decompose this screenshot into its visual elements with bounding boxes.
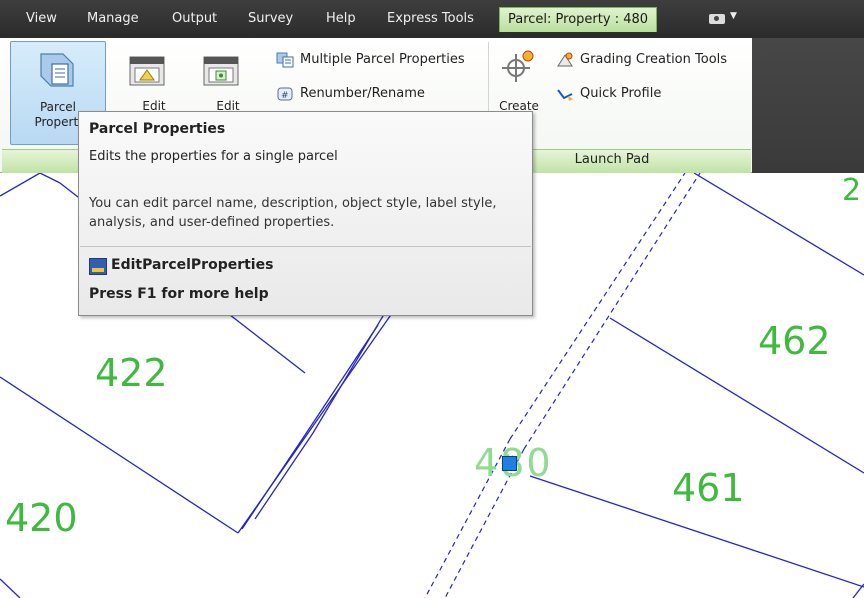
grading-creation-tools-label: Grading Creation Tools xyxy=(580,52,728,67)
parcel-label-fragment: 2 xyxy=(842,173,862,208)
quick-profile-label: Quick Profile xyxy=(580,86,662,101)
launch-pad-title: Launch Pad xyxy=(574,152,650,167)
quick-profile-icon xyxy=(557,89,573,101)
ribbon-tab-bar: View Manage Output Survey Help Express T… xyxy=(0,0,864,38)
tooltip-divider xyxy=(80,246,531,247)
ribbon-empty-area xyxy=(752,38,864,173)
tab-parcel-property-context[interactable]: Parcel: Property : 480 xyxy=(499,7,658,32)
tab-view[interactable]: View xyxy=(26,9,57,29)
tooltip: Parcel Properties Edits the properties f… xyxy=(78,111,533,316)
ribbon-display-dropdown[interactable]: ▼ xyxy=(705,11,745,27)
parcel-label-462: 462 xyxy=(758,319,831,363)
tooltip-help: Press F1 for more help xyxy=(89,286,269,302)
chevron-down-icon: ▼ xyxy=(730,11,737,21)
tooltip-description: You can edit parcel name, description, o… xyxy=(89,196,497,230)
parcel-label-461: 461 xyxy=(672,466,745,510)
parcel-label-420: 420 xyxy=(5,496,78,540)
tab-output[interactable]: Output xyxy=(172,9,217,29)
grading-icon xyxy=(557,52,573,67)
svg-text:#: # xyxy=(281,91,289,101)
command-icon xyxy=(89,258,107,275)
tab-survey[interactable]: Survey xyxy=(248,9,293,29)
parcel-label-422: 422 xyxy=(95,351,168,395)
tab-express-tools[interactable]: Express Tools xyxy=(387,9,474,29)
tab-help[interactable]: Help xyxy=(326,9,356,29)
selection-grip[interactable] xyxy=(502,456,517,471)
multiple-parcels-icon xyxy=(276,52,294,68)
parcel-properties-icon xyxy=(40,53,74,87)
create-crosshair-icon xyxy=(502,50,534,82)
tab-manage[interactable]: Manage xyxy=(87,9,139,29)
tooltip-command: EditParcelProperties xyxy=(111,257,274,273)
renumber-rename-label: Renumber/Rename xyxy=(300,86,425,101)
tooltip-title: Parcel Properties xyxy=(89,121,226,137)
edit-triangle-icon xyxy=(129,56,165,86)
camera-icon xyxy=(709,14,725,24)
edit-point-icon xyxy=(203,56,239,86)
tooltip-summary: Edits the properties for a single parcel xyxy=(89,149,338,164)
renumber-icon: # xyxy=(277,87,293,101)
multiple-parcel-properties-label: Multiple Parcel Properties xyxy=(300,52,465,67)
